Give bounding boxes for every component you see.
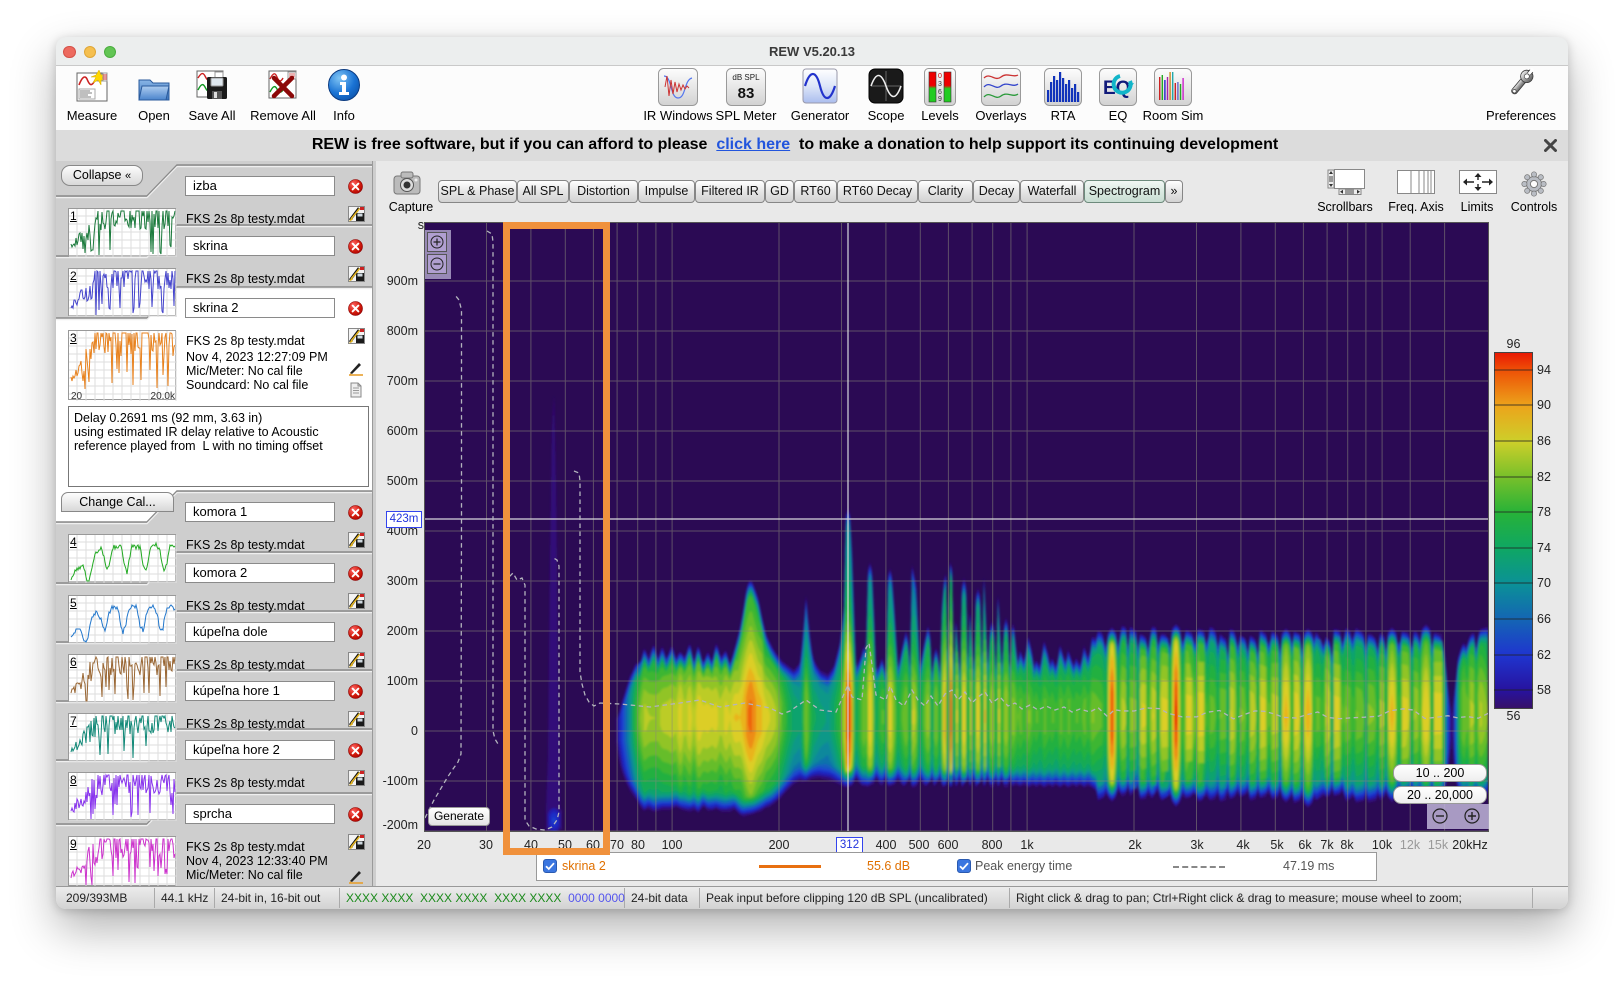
svg-text:6: 6: [938, 89, 942, 96]
svg-text:dB SPL: dB SPL: [732, 73, 760, 82]
svg-text:83: 83: [738, 85, 755, 102]
svg-text:3: 3: [938, 81, 942, 88]
svg-text:9: 9: [938, 96, 942, 103]
svg-text:0: 0: [938, 73, 942, 80]
svg-text:20.0k: 20.0k: [151, 391, 176, 401]
svg-text:20: 20: [71, 391, 83, 401]
